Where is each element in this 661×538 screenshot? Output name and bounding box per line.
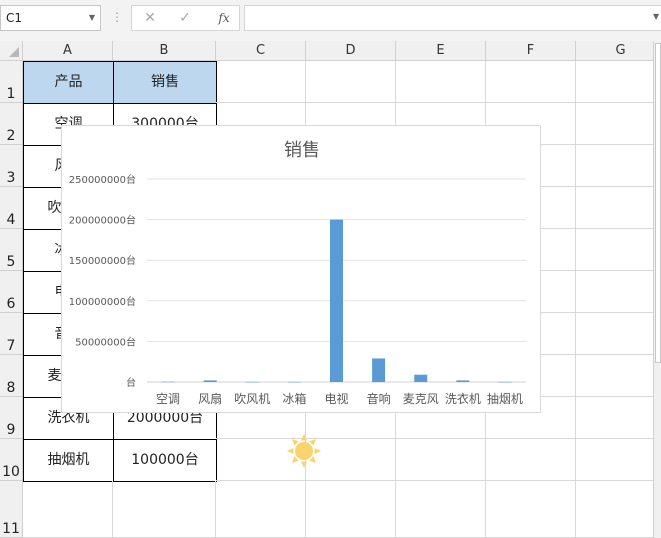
bar-6[interactable] [414, 374, 428, 382]
chart-canvas: 销售台 50000000台 100000000台 150000000台 20000000… [69, 140, 526, 406]
column-header-d[interactable]: D [306, 41, 396, 61]
cell-g3[interactable] [576, 145, 661, 187]
row-header-7[interactable]: 7 [0, 313, 23, 355]
x-tick-label-1: 风扇 [198, 391, 222, 406]
x-tick-label-2: 吹风机 [234, 392, 270, 406]
select-all-button[interactable] [0, 41, 23, 61]
row-header-1[interactable]: 1 [0, 61, 23, 103]
bar-5[interactable] [372, 358, 386, 382]
cell-g6[interactable] [576, 271, 661, 313]
column-header-f[interactable]: F [486, 41, 576, 61]
column-header-g[interactable]: G [576, 41, 661, 61]
column-header-e[interactable]: E [396, 41, 486, 61]
chart-title[interactable]: 销售 [284, 140, 320, 161]
name-box-value: C1 [6, 11, 23, 25]
row-header-5[interactable]: 5 [0, 229, 23, 271]
column-header-c[interactable]: C [216, 41, 306, 61]
select-all-icon [9, 47, 19, 57]
sun-ray [287, 447, 294, 455]
scrollbar-thumb[interactable] [655, 43, 661, 363]
drag-handle-icon[interactable]: ⋮ [111, 10, 123, 24]
row-header-4[interactable]: 4 [0, 187, 23, 229]
sun-ray [300, 434, 308, 441]
column-header-b[interactable]: B [113, 41, 216, 61]
formula-bar: C1 ▼ ⋮ ✕ ✓ fx ▼ [0, 0, 661, 41]
x-tick-label-0: 空调 [156, 392, 180, 406]
x-tick-label-4: 电视 [324, 391, 348, 406]
row-header-3[interactable]: 3 [0, 145, 23, 187]
row-header-10[interactable]: 10 [0, 439, 23, 481]
cell-f11[interactable] [486, 481, 576, 538]
row-header-6[interactable]: 6 [0, 271, 23, 313]
name-box[interactable]: C1 ▼ [0, 5, 101, 31]
cell-a11[interactable] [23, 481, 113, 538]
cell-c1[interactable] [216, 61, 306, 103]
cell-g9[interactable] [576, 397, 661, 439]
x-tick-label-8: 抽烟机 [487, 392, 523, 406]
cell-g11[interactable] [576, 481, 661, 538]
x-tick-label-7: 洗衣机 [445, 391, 481, 406]
row-header-2[interactable]: 2 [0, 103, 23, 145]
enter-icon[interactable]: ✓ [175, 6, 195, 30]
y-tick-label-4: 200000000台 [69, 214, 136, 227]
bar-8[interactable] [498, 381, 512, 383]
x-tick-label-6: 麦克风 [403, 392, 439, 406]
cell-e1[interactable] [396, 61, 486, 103]
expand-formula-icon[interactable]: ▼ [653, 12, 659, 21]
cell-g4[interactable] [576, 187, 661, 229]
x-tick-label-5: 音响 [367, 391, 391, 406]
y-tick-label-0: 台 [126, 376, 136, 389]
function-icon[interactable]: fx [212, 6, 236, 30]
bar-0[interactable] [161, 381, 175, 383]
cell-g10[interactable] [576, 439, 661, 481]
bar-1[interactable] [203, 380, 217, 382]
bar-4[interactable] [330, 219, 343, 382]
cell-e11[interactable] [396, 481, 486, 538]
row-header-9[interactable]: 9 [0, 397, 23, 439]
y-tick-label-3: 150000000台 [69, 254, 136, 267]
column-header-a[interactable]: A [23, 41, 113, 61]
cell-e10[interactable] [396, 439, 486, 481]
sun-ray [300, 461, 308, 468]
cell-g8[interactable] [576, 355, 661, 397]
cell-f1[interactable] [486, 61, 576, 103]
cell-b1[interactable]: 销售 [113, 61, 217, 104]
cell-d11[interactable] [306, 481, 396, 538]
cell-a1[interactable]: 产品 [23, 61, 114, 104]
row-header-8[interactable]: 8 [0, 355, 23, 397]
cell-g1[interactable] [576, 61, 661, 103]
cancel-icon[interactable]: ✕ [140, 6, 160, 30]
sales-chart[interactable]: 销售台 50000000台 100000000台 150000000台 20000000… [61, 125, 541, 413]
formula-input[interactable] [244, 5, 661, 31]
chevron-down-icon[interactable]: ▼ [89, 6, 95, 30]
formula-buttons: ✕ ✓ fx [131, 5, 240, 31]
bar-2[interactable] [245, 381, 259, 383]
y-tick-label-2: 100000000台 [69, 295, 136, 308]
sun-core [295, 442, 313, 460]
bar-3[interactable] [287, 381, 301, 383]
cell-b10[interactable]: 100000台 [113, 439, 217, 482]
sun-icon[interactable] [286, 433, 322, 469]
x-tick-label-3: 冰箱 [282, 391, 306, 406]
bar-7[interactable] [456, 380, 470, 382]
y-tick-label-1: 50000000台 [75, 335, 136, 348]
cell-a10[interactable]: 抽烟机 [23, 439, 114, 482]
excel-window: C1 ▼ ⋮ ✕ ✓ fx ▼ ABCDEFG 1 2 3 4 5 6 7 8 9 10 11 产品… [0, 0, 661, 538]
cell-g5[interactable] [576, 229, 661, 271]
sun-ray [314, 447, 321, 455]
cell-g2[interactable] [576, 103, 661, 145]
cell-c11[interactable] [216, 481, 306, 538]
y-tick-label-5: 250000000台 [69, 173, 136, 186]
cell-d1[interactable] [306, 61, 396, 103]
vertical-scrollbar[interactable] [653, 41, 661, 538]
cell-b11[interactable] [113, 481, 216, 538]
cell-g7[interactable] [576, 313, 661, 355]
cell-f10[interactable] [486, 439, 576, 481]
row-header-11[interactable]: 11 [0, 481, 23, 538]
